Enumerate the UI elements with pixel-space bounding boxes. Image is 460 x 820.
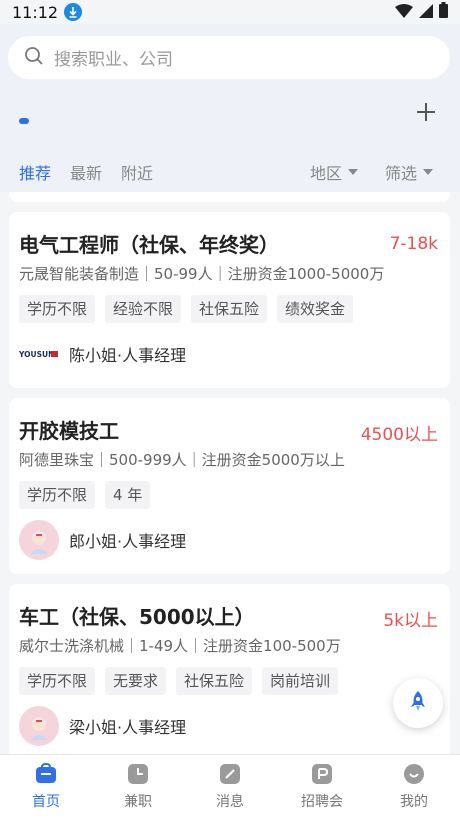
company-logo: YOUSUN [19,345,59,363]
nav-job-fair[interactable]: 招聘会 [276,755,368,820]
avatar [19,706,59,746]
tab-latest[interactable]: 最新 [70,160,102,184]
banner-indicator [19,118,29,124]
nav-label: 招聘会 [301,794,343,810]
job-title: 开胶模技工 [19,419,119,443]
status-bar: 11:12 [0,0,460,24]
status-time: 11:12 [12,2,59,22]
job-tag: 学历不限 [19,667,96,695]
tab-recommended[interactable]: 推荐 [19,160,51,184]
company-logo-text: YOUSUN [19,350,54,359]
job-tag: 社保五险 [176,667,253,695]
recruiter-name: 郎小姐·人事经理 [69,532,187,551]
job-tag: 学历不限 [19,481,96,509]
signal-icon [419,3,433,22]
home-icon [35,762,57,785]
message-icon [219,763,241,785]
job-salary: 7-18k [389,234,438,254]
header: 搜索职业、公司 推荐 最新 附近 地区 筛选 [0,24,460,192]
nav-messages[interactable]: 消息 [184,755,276,820]
job-title: 车工（社保、5000以上） [19,605,255,629]
download-icon [64,3,83,21]
region-filter-label: 地区 [310,164,343,183]
nav-label: 兼职 [124,794,152,810]
profile-icon [403,763,425,785]
chevron-down-icon [423,169,434,175]
job-tag: 岗前培训 [262,667,339,695]
tag-list: 学历不限 4 年 [19,481,151,509]
rocket-icon [408,690,428,716]
company-info: 阿德里珠宝｜500-999人｜注册资金5000万以上 [19,451,345,469]
add-icon[interactable] [414,100,438,124]
job-list: 电气工程师（社保、年终奖） 7-18k 元晟智能装备制造｜50-99人｜注册资金… [0,192,460,754]
filter-dropdown[interactable]: 筛选 [385,152,434,192]
recruiter-name: 陈小姐·人事经理 [69,346,187,365]
bottom-nav: 首页 兼职 消息 招聘会 我的 [0,754,460,820]
recruiter-name: 梁小姐·人事经理 [69,718,187,737]
nav-label: 我的 [400,794,428,810]
avatar [19,520,59,560]
job-tag: 学历不限 [19,295,96,323]
job-tag: 社保五险 [191,295,268,323]
wifi-icon [395,3,413,22]
card-stub [9,192,450,202]
nav-part-time[interactable]: 兼职 [92,755,184,820]
search-placeholder: 搜索职业、公司 [54,50,173,70]
job-tag: 4 年 [105,481,151,509]
search-input[interactable]: 搜索职业、公司 [8,36,450,79]
job-tag: 绩效奖金 [277,295,354,323]
filter-label: 筛选 [385,164,418,183]
clock-icon [127,763,149,785]
nav-label: 首页 [32,794,60,810]
company-info: 元晟智能装备制造｜50-99人｜注册资金1000-5000万 [19,265,385,283]
tab-nearby[interactable]: 附近 [121,160,153,184]
nav-profile[interactable]: 我的 [368,755,460,820]
battery-icon [439,2,448,22]
job-tag: 无要求 [105,667,167,695]
tag-list: 学历不限 无要求 社保五险 岗前培训 [19,667,339,695]
job-card[interactable]: 电气工程师（社保、年终奖） 7-18k 元晟智能装备制造｜50-99人｜注册资金… [9,212,450,388]
company-info: 威尔士洗涤机械｜1-49人｜注册资金100-500万 [19,637,341,655]
nav-label: 消息 [216,794,244,810]
tag-list: 学历不限 经验不限 社保五险 绩效奖金 [19,295,354,323]
job-title: 电气工程师（社保、年终奖） [19,233,279,257]
job-fair-icon [311,763,333,785]
job-salary: 4500以上 [360,425,438,445]
chevron-down-icon [348,169,359,175]
job-salary: 5k以上 [383,611,438,631]
search-icon [24,46,44,70]
job-tag: 经验不限 [105,295,182,323]
region-filter[interactable]: 地区 [310,152,359,192]
job-card[interactable]: 车工（社保、5000以上） 5k以上 威尔士洗涤机械｜1-49人｜注册资金100… [9,584,450,754]
recruiter-info: YOUSUN 陈小姐·人事经理 [19,342,186,366]
tab-bar: 推荐 最新 附近 地区 筛选 [0,152,460,192]
rocket-button[interactable] [393,678,443,728]
job-card[interactable]: 开胶模技工 4500以上 阿德里珠宝｜500-999人｜注册资金5000万以上 … [9,398,450,574]
nav-home[interactable]: 首页 [0,755,92,820]
recruiter-info: 梁小姐·人事经理 [19,706,186,746]
recruiter-info: 郎小姐·人事经理 [19,520,186,560]
